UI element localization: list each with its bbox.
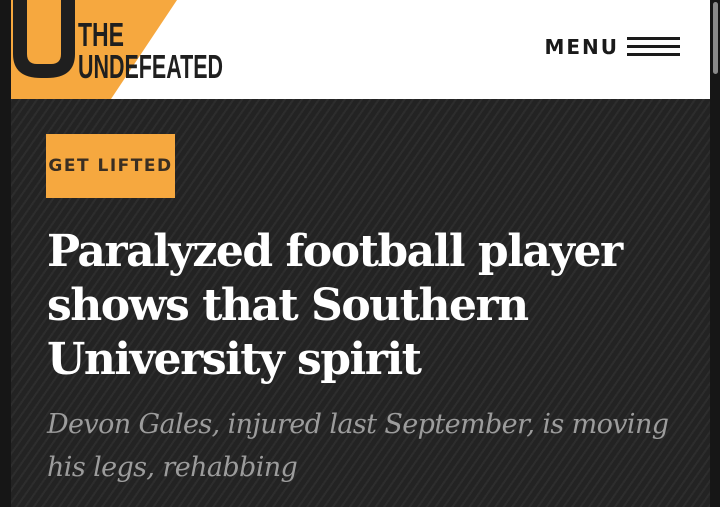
menu-label: MENU <box>544 35 619 59</box>
article-subhead: Devon Gales, injured last September, is … <box>47 409 669 483</box>
right-edge <box>710 0 720 507</box>
logo-text-undefeated: UNDEFEATED <box>78 48 223 85</box>
left-edge <box>0 0 11 507</box>
site-header: THE UNDEFEATED MENU <box>11 0 710 99</box>
browser-viewport: THE UNDEFEATED MENU GET LIFTED Paralyzed… <box>0 0 720 507</box>
scrollbar-thumb[interactable] <box>713 2 718 74</box>
article-hero: GET LIFTED Paralyzed football player sho… <box>11 99 710 507</box>
hamburger-icon <box>627 37 680 56</box>
category-tag[interactable]: GET LIFTED <box>46 134 175 198</box>
logo-u-mark <box>13 0 75 78</box>
site-logo[interactable]: THE UNDEFEATED <box>11 0 241 99</box>
article-headline: Paralyzed football player shows that Sou… <box>47 226 623 385</box>
menu-button[interactable]: MENU <box>544 33 680 61</box>
